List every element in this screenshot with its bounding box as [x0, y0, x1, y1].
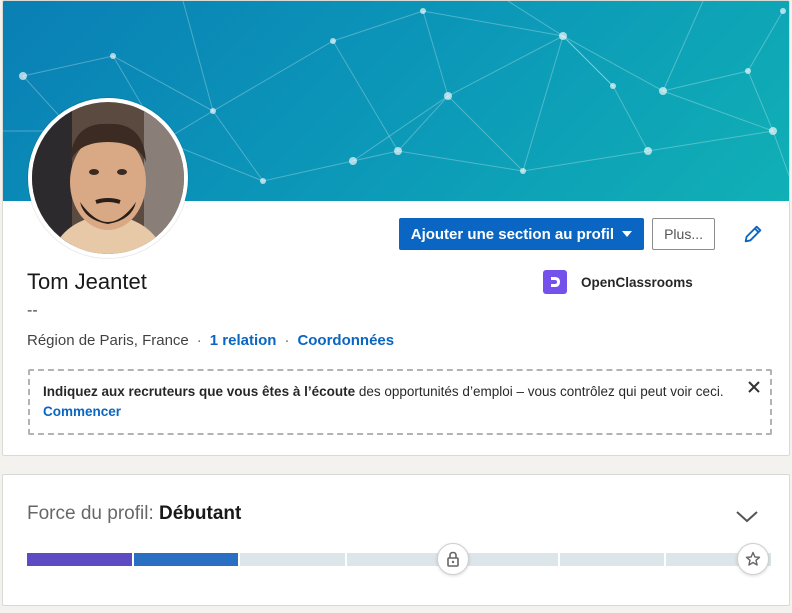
star-icon	[745, 551, 761, 566]
profile-card: Ajouter une section au profil Plus... To…	[2, 0, 790, 456]
lock-icon	[447, 551, 459, 567]
profile-strength-meter	[27, 553, 772, 566]
profile-meta-row: Région de Paris, France · 1 relation · C…	[27, 332, 394, 349]
profile-name: Tom Jeantet	[27, 269, 147, 294]
meter-segment-empty	[346, 553, 452, 566]
meter-segment-empty	[240, 553, 345, 566]
expand-strength-button[interactable]	[735, 509, 759, 525]
close-icon	[748, 381, 760, 393]
edit-intro-button[interactable]	[737, 218, 769, 250]
meter-segment-filled	[27, 553, 132, 566]
meter-segment-empty	[559, 553, 665, 566]
strength-label: Force du profil:	[27, 503, 154, 524]
pencil-icon	[744, 225, 762, 243]
profile-strength-title: Force du profil: Débutant	[27, 503, 241, 525]
profile-avatar[interactable]	[28, 98, 188, 258]
notice-text: Indiquez aux recruteurs que vous êtes à …	[43, 384, 724, 399]
add-profile-section-button[interactable]: Ajouter une section au profil	[398, 218, 645, 250]
meter-segment-filled	[133, 553, 239, 566]
profile-location: Région de Paris, France	[27, 332, 189, 349]
profile-actions: Ajouter une section au profil Plus...	[398, 218, 769, 250]
notice-close-button[interactable]	[746, 379, 762, 395]
open-to-work-notice: Indiquez aux recruteurs que vous êtes à …	[28, 369, 772, 435]
separator-dot: ·	[284, 332, 290, 349]
notice-rest-text: des opportunités d’emploi – vous contrôl…	[355, 384, 724, 399]
star-marker[interactable]	[737, 543, 769, 575]
caret-down-icon	[622, 231, 633, 237]
strength-level: Débutant	[159, 503, 242, 524]
company-name: OpenClassrooms	[581, 274, 693, 290]
profile-strength-card: Force du profil: Débutant	[2, 474, 790, 606]
notice-bold-text: Indiquez aux recruteurs que vous êtes à …	[43, 384, 356, 399]
profile-headline: --	[27, 302, 38, 319]
add-profile-section-label: Ajouter une section au profil	[410, 225, 615, 243]
company-entry[interactable]: OpenClassrooms	[543, 270, 693, 294]
connections-link[interactable]: 1 relation	[210, 332, 277, 349]
chevron-down-icon	[736, 511, 758, 523]
separator-dot: ·	[196, 332, 202, 349]
lock-marker[interactable]	[437, 543, 469, 575]
avatar-photo	[32, 102, 184, 254]
openclassrooms-logo-icon	[543, 270, 567, 294]
notice-start-link[interactable]: Commencer	[43, 402, 730, 422]
contact-info-link[interactable]: Coordonnées	[297, 332, 394, 349]
more-button[interactable]: Plus...	[652, 218, 715, 250]
